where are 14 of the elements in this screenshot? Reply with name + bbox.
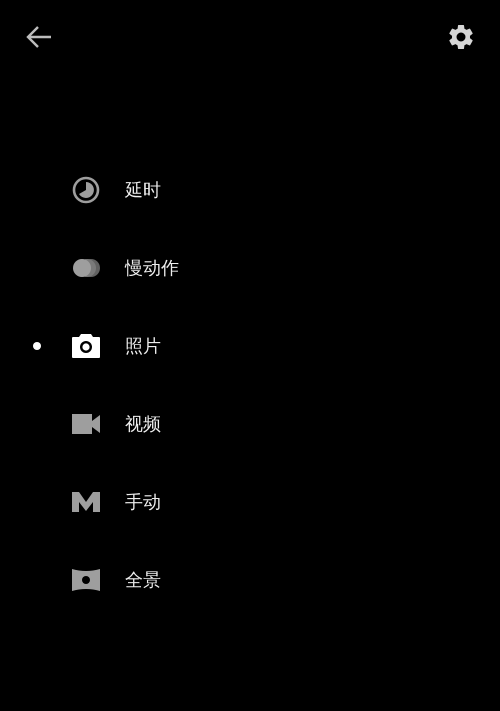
video-camera-icon (72, 414, 100, 434)
mode-item[interactable]: 视频 (0, 385, 500, 463)
camera-icon (72, 334, 100, 358)
panorama-icon (72, 569, 100, 591)
slow-motion-icon (72, 258, 100, 278)
letter-m-icon (72, 492, 100, 512)
selected-dot-icon (33, 342, 41, 350)
mode-item[interactable]: 手动 (0, 463, 500, 541)
timer-icon (72, 176, 100, 204)
mode-item[interactable]: 慢动作 (0, 229, 500, 307)
mode-item[interactable]: 延时 (0, 151, 500, 229)
mode-item[interactable]: 照片 (0, 307, 500, 385)
mode-item[interactable]: 全景 (0, 541, 500, 619)
back-icon[interactable] (26, 25, 52, 49)
